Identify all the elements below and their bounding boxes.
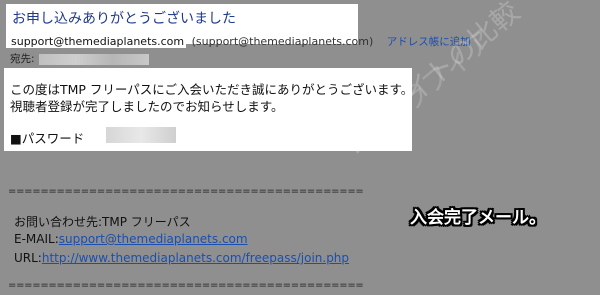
email-header: お申し込みありがとうございました support@themediaplanets… [6, 4, 471, 48]
email-label: E-MAIL: [14, 232, 59, 246]
contact-url-line: URL:http://www.themediaplanets.com/freep… [14, 251, 349, 265]
recipient-redacted [38, 53, 149, 65]
password-redacted [106, 127, 176, 143]
email-screenshot: お申し込みありがとうございました support@themediaplanets… [0, 0, 600, 295]
separator-bottom: ========================================… [8, 280, 363, 291]
contact-email-line: E-MAIL:support@themediaplanets.com [14, 232, 248, 246]
email-subject: お申し込みありがとうございました [12, 11, 236, 27]
add-to-address-book-link[interactable]: アドレス帳に追加 [387, 36, 471, 48]
contact-email-link[interactable]: support@themediaplanets.com [59, 232, 248, 246]
message-body: この度はTMP フリーパスにご入会いただき誠にありがとうございます。 視聴者登録… [4, 68, 413, 151]
contact-url-link[interactable]: http://www.themediaplanets.com/freepass/… [42, 251, 349, 265]
sender-address: support@themediaplanets.com [6, 35, 187, 48]
body-line-2: 視聴者登録が完了しましたのでお知らせします。 [10, 99, 284, 114]
sender-line: support@themediaplanets.com (support@the… [6, 34, 471, 49]
caption: 入会完了メール。 [410, 208, 546, 228]
to-label: 宛先: [10, 53, 35, 65]
recipient-line: 宛先: [10, 51, 149, 66]
contact-label: お問い合わせ先:TMP フリーパス [14, 215, 191, 229]
password-label: ■パスワード [10, 131, 85, 146]
separator-top: ========================================… [8, 186, 363, 197]
sender-display: (support@themediaplanets.com) [191, 35, 374, 48]
url-label: URL: [14, 251, 42, 265]
